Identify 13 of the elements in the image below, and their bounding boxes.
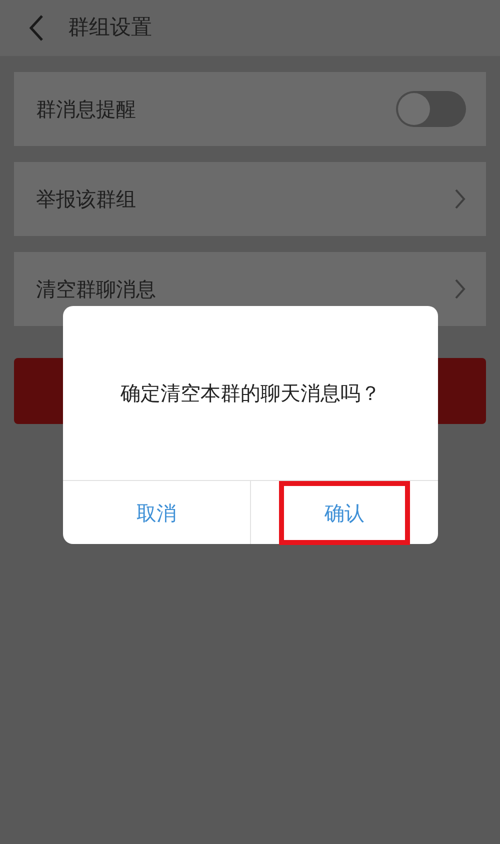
setting-label: 举报该群组	[36, 186, 136, 213]
dialog-button[interactable]: 确认	[279, 480, 410, 544]
setting-label: 群消息提醒	[36, 96, 136, 123]
dialog-button[interactable]: 取消	[91, 480, 222, 544]
dialog-message: 确定清空本群的聊天消息吗？	[120, 380, 380, 407]
settings-row[interactable]: 群消息提醒	[14, 72, 486, 146]
chevron-right-icon	[454, 278, 466, 300]
back-icon[interactable]	[28, 14, 44, 42]
chevron-right-icon	[454, 188, 466, 210]
settings-row[interactable]: 举报该群组	[14, 162, 486, 236]
page-title: 群组设置	[68, 14, 152, 42]
setting-label: 清空群聊消息	[36, 276, 156, 303]
toggle-switch[interactable]	[396, 91, 466, 127]
